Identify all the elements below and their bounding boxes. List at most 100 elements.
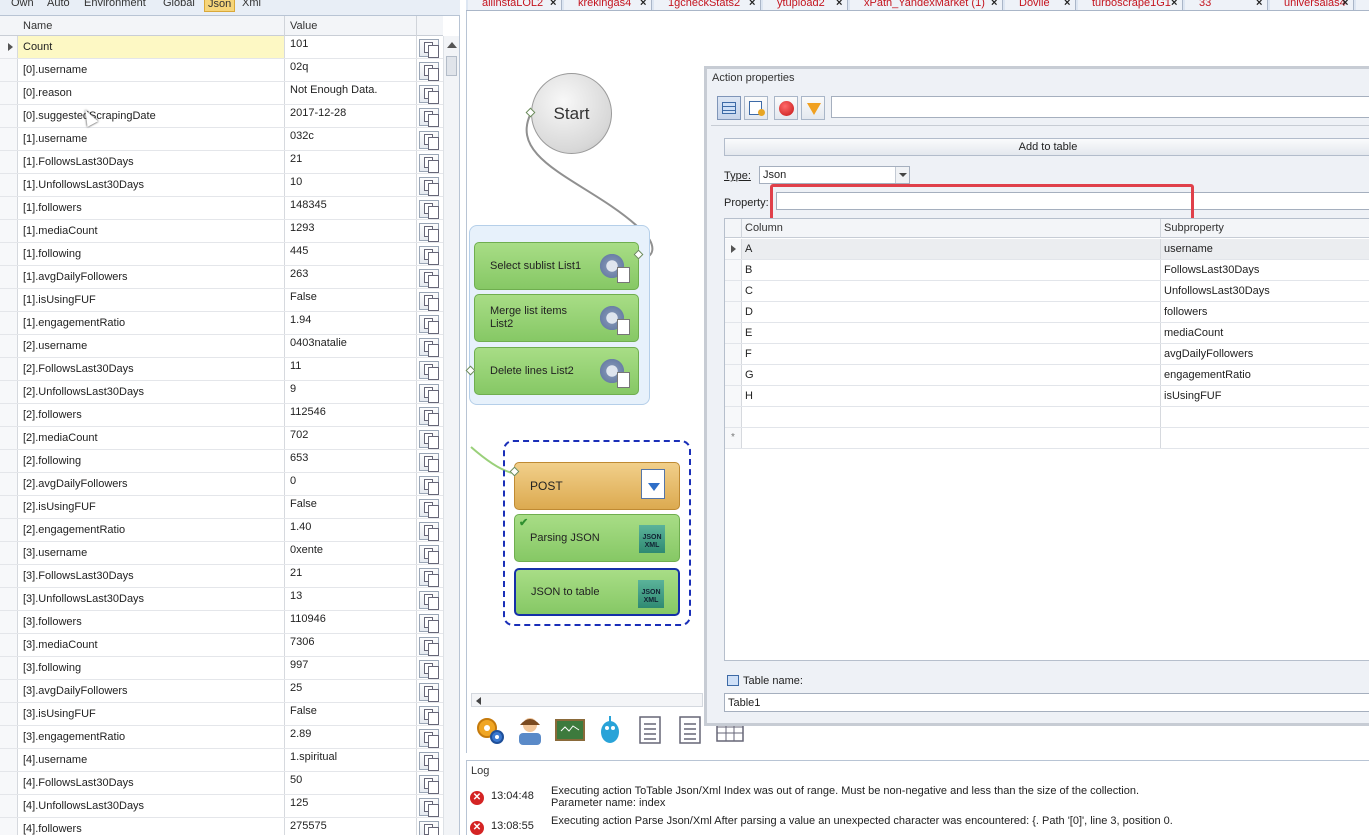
variable-name[interactable]: [3].username [18, 542, 285, 564]
variable-value[interactable]: 1.spiritual [285, 749, 417, 771]
row-selector[interactable] [0, 220, 18, 242]
variable-row[interactable]: [4].UnfollowsLast30Days 125 [0, 795, 443, 818]
parsing-json-action[interactable]: ✔ Parsing JSON JSON XML [514, 514, 680, 562]
variable-row[interactable]: [3].followers 110946 [0, 611, 443, 634]
copy-value-button[interactable] [419, 246, 439, 265]
copy-value-button[interactable] [419, 223, 439, 242]
document-tab[interactable]: 1gcheckStats2 × [654, 0, 761, 10]
document-tab[interactable]: xPath_YandexMarket (1) × [850, 0, 1003, 10]
variable-row[interactable]: [2].username 0403natalie [0, 335, 443, 358]
variable-row[interactable]: [0].suggestedScrapingDate 2017-12-28 [0, 105, 443, 128]
row-selector[interactable] [725, 239, 742, 259]
mapping-row[interactable]: GengagementRatio [725, 365, 1369, 386]
variable-name[interactable]: Count [18, 36, 285, 58]
row-selector[interactable] [0, 105, 18, 127]
variable-value[interactable]: 2.89 [285, 726, 417, 748]
copy-value-button[interactable] [419, 499, 439, 518]
row-selector[interactable] [0, 427, 18, 449]
variable-value[interactable]: 148345 [285, 197, 417, 219]
variables-scrollbar[interactable] [443, 36, 459, 835]
column-cell[interactable]: A [742, 239, 1161, 259]
copy-value-button[interactable] [419, 85, 439, 104]
variable-row[interactable]: [1].avgDailyFollowers 263 [0, 266, 443, 289]
copy-value-button[interactable] [419, 591, 439, 610]
variable-name[interactable]: [0].username [18, 59, 285, 81]
variable-value[interactable]: False [285, 496, 417, 518]
variable-name[interactable]: [4].UnfollowsLast30Days [18, 795, 285, 817]
variable-name[interactable]: [2].mediaCount [18, 427, 285, 449]
copy-value-button[interactable] [419, 200, 439, 219]
close-tab-icon[interactable]: × [1256, 0, 1262, 10]
column-cell[interactable]: H [742, 386, 1161, 406]
name-column-header[interactable]: Name [18, 16, 285, 36]
row-selector[interactable] [0, 128, 18, 150]
select-sublist-action[interactable]: Select sublist List1 [474, 242, 639, 290]
variable-row[interactable]: Count 101 [0, 36, 443, 59]
merge-list-action[interactable]: Merge list items List2 [474, 294, 639, 342]
row-selector[interactable] [0, 657, 18, 679]
row-selector[interactable] [0, 565, 18, 587]
subproperty-cell[interactable] [1161, 407, 1369, 427]
variable-name[interactable]: [4].FollowsLast30Days [18, 772, 285, 794]
variable-value[interactable]: 263 [285, 266, 417, 288]
row-selector[interactable] [0, 818, 18, 835]
variable-value[interactable]: Not Enough Data. [285, 82, 417, 104]
variable-value[interactable]: 1.94 [285, 312, 417, 334]
variable-row[interactable]: [1].FollowsLast30Days 21 [0, 151, 443, 174]
variable-row[interactable]: [4].username 1.spiritual [0, 749, 443, 772]
close-tab-icon[interactable]: × [1064, 0, 1070, 10]
gears-icon[interactable] [475, 715, 505, 745]
edit-view-button[interactable] [744, 96, 768, 120]
row-selector[interactable] [725, 386, 742, 406]
variable-name[interactable]: [3].following [18, 657, 285, 679]
copy-value-button[interactable] [419, 292, 439, 311]
variable-name[interactable]: [3].UnfollowsLast30Days [18, 588, 285, 610]
copy-value-button[interactable] [419, 430, 439, 449]
close-tab-icon[interactable]: × [749, 0, 755, 10]
row-selector[interactable] [0, 197, 18, 219]
table-view-button[interactable] [717, 96, 741, 120]
variable-name[interactable]: [3].avgDailyFollowers [18, 680, 285, 702]
mapping-row[interactable]: C UnfollowsLast30Days [725, 281, 1369, 302]
copy-value-button[interactable] [419, 683, 439, 702]
column-cell[interactable]: C [742, 281, 1161, 301]
variable-value[interactable]: 2017-12-28 [285, 105, 417, 127]
subproperty-cell[interactable]: username [1161, 239, 1369, 259]
row-selector[interactable] [0, 404, 18, 426]
copy-value-button[interactable] [419, 637, 439, 656]
variable-value[interactable]: 25 [285, 680, 417, 702]
row-selector[interactable] [0, 588, 18, 610]
subproperty-cell[interactable]: UnfollowsLast30Days [1161, 281, 1369, 301]
variable-value[interactable]: 101 [285, 36, 417, 58]
scroll-thumb[interactable] [446, 56, 457, 76]
start-node[interactable]: Start [531, 73, 612, 154]
document-tab[interactable]: ytupload2 × [763, 0, 848, 10]
row-selector[interactable] [0, 312, 18, 334]
subproperty-cell[interactable]: engagementRatio [1161, 365, 1369, 385]
tab-auto[interactable]: Auto [44, 0, 73, 12]
close-tab-icon[interactable]: × [1171, 0, 1177, 10]
variable-name[interactable]: [3].followers [18, 611, 285, 633]
row-selector[interactable] [0, 634, 18, 656]
variable-name[interactable]: [2].isUsingFUF [18, 496, 285, 518]
variable-name[interactable]: [2].UnfollowsLast30Days [18, 381, 285, 403]
variable-row[interactable]: [2].following 653 [0, 450, 443, 473]
column-header[interactable]: Column [742, 219, 1161, 238]
mapping-row[interactable]: Ausername [725, 239, 1369, 260]
variable-name[interactable]: [1].followers [18, 197, 285, 219]
variable-row[interactable]: [0].username 02q [0, 59, 443, 82]
variable-value[interactable]: 0 [285, 473, 417, 495]
variable-row[interactable]: [4].FollowsLast30Days 50 [0, 772, 443, 795]
mapping-row[interactable] [725, 407, 1369, 428]
variable-value[interactable]: 02q [285, 59, 417, 81]
document-tab[interactable]: 33 × [1185, 0, 1268, 10]
copy-value-button[interactable] [419, 798, 439, 817]
column-cell[interactable]: B [742, 260, 1161, 280]
variable-row[interactable]: [1].following 445 [0, 243, 443, 266]
row-selector[interactable] [0, 358, 18, 380]
variable-row[interactable]: [3].engagementRatio 2.89 [0, 726, 443, 749]
variable-name[interactable]: [1].following [18, 243, 285, 265]
tab-json[interactable]: Json [204, 0, 236, 12]
variable-value[interactable]: 11 [285, 358, 417, 380]
variable-name[interactable]: [2].avgDailyFollowers [18, 473, 285, 495]
